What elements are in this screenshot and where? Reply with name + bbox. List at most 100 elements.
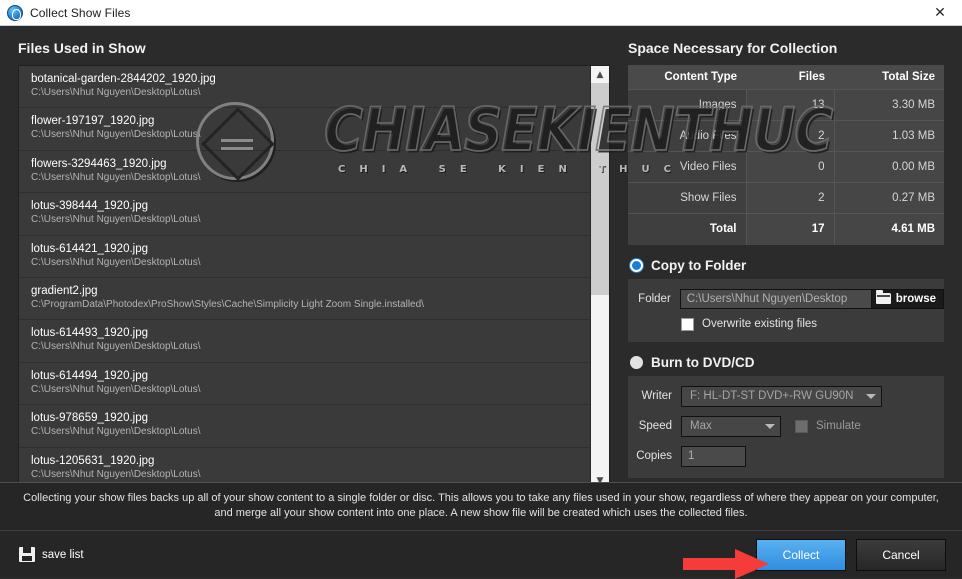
cell-files: 0 xyxy=(746,152,834,183)
copies-row: Copies 1 xyxy=(628,446,944,467)
copies-input[interactable]: 1 xyxy=(681,446,746,467)
speed-row: Speed Max Simulate xyxy=(628,416,944,437)
file-path: C:\Users\Nhut Nguyen\Desktop\Lotus\ xyxy=(31,468,590,481)
file-path: C:\Users\Nhut Nguyen\Desktop\Lotus\ xyxy=(31,171,590,184)
folder-field-row: Folder C:\Users\Nhut Nguyen\Desktop brow… xyxy=(628,289,944,309)
burn-to-disc-box: Writer F: HL-DT-ST DVD+-RW GU90N Speed M… xyxy=(628,376,944,478)
cell-size: 0.00 MB xyxy=(834,152,944,183)
table-row: Total174.61 MB xyxy=(628,214,944,245)
browse-button[interactable]: browse xyxy=(872,289,944,309)
file-list-item[interactable]: botanical-garden-2844202_1920.jpgC:\User… xyxy=(19,66,590,108)
cancel-button[interactable]: Cancel xyxy=(856,539,946,571)
file-list-item[interactable]: flowers-3294463_1920.jpgC:\Users\Nhut Ng… xyxy=(19,151,590,193)
folder-input[interactable]: C:\Users\Nhut Nguyen\Desktop xyxy=(680,289,872,309)
speed-value: Max xyxy=(690,420,712,432)
cell-type: Images xyxy=(628,90,746,121)
close-icon[interactable]: ✕ xyxy=(918,0,962,25)
table-row: Images133.30 MB xyxy=(628,90,944,121)
save-list-label: save list xyxy=(42,549,84,561)
chevron-down-icon xyxy=(765,424,775,429)
file-path: C:\Users\Nhut Nguyen\Desktop\Lotus\ xyxy=(31,213,590,226)
writer-label: Writer xyxy=(628,390,672,402)
speed-label: Speed xyxy=(628,420,672,432)
file-name: lotus-978659_1920.jpg xyxy=(31,411,590,425)
table-row: Show Files20.27 MB xyxy=(628,183,944,214)
speed-select[interactable]: Max xyxy=(681,416,781,437)
col-files: Files xyxy=(746,65,834,90)
file-name: flowers-3294463_1920.jpg xyxy=(31,157,590,171)
scrollbar-thumb[interactable] xyxy=(591,83,609,295)
overwrite-checkbox[interactable] xyxy=(681,318,694,331)
table-header-row: Content Type Files Total Size xyxy=(628,65,944,90)
col-content-type: Content Type xyxy=(628,65,746,90)
table-row: Audio Files21.03 MB xyxy=(628,121,944,152)
cell-size: 3.30 MB xyxy=(834,90,944,121)
file-list[interactable]: botanical-garden-2844202_1920.jpgC:\User… xyxy=(19,66,590,489)
burn-to-disc-label: Burn to DVD/CD xyxy=(651,355,755,370)
file-path: C:\Users\Nhut Nguyen\Desktop\Lotus\ xyxy=(31,256,590,269)
file-name: botanical-garden-2844202_1920.jpg xyxy=(31,72,590,86)
file-name: lotus-614421_1920.jpg xyxy=(31,242,590,256)
cell-files: 2 xyxy=(746,183,834,214)
save-list-button[interactable]: save list xyxy=(19,547,84,562)
file-list-item[interactable]: lotus-398444_1920.jpgC:\Users\Nhut Nguye… xyxy=(19,193,590,235)
files-used-title: Files Used in Show xyxy=(18,26,610,65)
file-path: C:\Users\Nhut Nguyen\Desktop\Lotus\ xyxy=(31,128,590,141)
cell-files: 13 xyxy=(746,90,834,121)
window-title: Collect Show Files xyxy=(30,6,131,20)
file-name: lotus-1205631_1920.jpg xyxy=(31,454,590,468)
file-list-container: botanical-garden-2844202_1920.jpgC:\User… xyxy=(18,65,610,490)
burn-to-disc-radio[interactable]: Burn to DVD/CD xyxy=(630,355,944,370)
dialog-buttons: Collect Cancel xyxy=(756,539,946,571)
cell-size: 4.61 MB xyxy=(834,214,944,245)
file-name: lotus-614493_1920.jpg xyxy=(31,326,590,340)
overwrite-label: Overwrite existing files xyxy=(702,318,817,330)
chevron-down-icon xyxy=(866,394,876,399)
file-path: C:\Users\Nhut Nguyen\Desktop\Lotus\ xyxy=(31,340,590,353)
cell-files: 17 xyxy=(746,214,834,245)
save-icon xyxy=(19,547,35,562)
file-list-item[interactable]: flower-197197_1920.jpgC:\Users\Nhut Nguy… xyxy=(19,108,590,150)
table-row: Video Files00.00 MB xyxy=(628,152,944,183)
file-list-item[interactable]: lotus-978659_1920.jpgC:\Users\Nhut Nguye… xyxy=(19,405,590,447)
radio-off-icon[interactable] xyxy=(630,356,643,369)
folder-icon xyxy=(876,293,891,304)
file-list-item[interactable]: lotus-614421_1920.jpgC:\Users\Nhut Nguye… xyxy=(19,236,590,278)
cell-type: Total xyxy=(628,214,746,245)
radio-on-icon[interactable] xyxy=(630,259,643,272)
file-list-item[interactable]: lotus-614494_1920.jpgC:\Users\Nhut Nguye… xyxy=(19,363,590,405)
copy-to-folder-radio[interactable]: Copy to Folder xyxy=(630,258,944,273)
overwrite-row[interactable]: Overwrite existing files xyxy=(628,318,944,331)
cell-files: 2 xyxy=(746,121,834,152)
dialog-body: Files Used in Show botanical-garden-2844… xyxy=(0,26,962,486)
simulate-label: Simulate xyxy=(816,420,861,432)
file-name: gradient2.jpg xyxy=(31,284,590,298)
file-name: flower-197197_1920.jpg xyxy=(31,114,590,128)
writer-value: F: HL-DT-ST DVD+-RW GU90N xyxy=(690,390,853,402)
pointer-arrow-annotation xyxy=(683,549,769,579)
cell-type: Audio Files xyxy=(628,121,746,152)
collect-button[interactable]: Collect xyxy=(756,539,846,571)
space-table: Content Type Files Total Size Images133.… xyxy=(628,65,944,245)
file-list-item[interactable]: lotus-614493_1920.jpgC:\Users\Nhut Nguye… xyxy=(19,320,590,362)
files-used-panel: Files Used in Show botanical-garden-2844… xyxy=(18,26,610,490)
title-bar: Collect Show Files ✕ xyxy=(0,0,962,26)
copy-to-folder-box: Folder C:\Users\Nhut Nguyen\Desktop brow… xyxy=(628,279,944,342)
file-path: C:\Users\Nhut Nguyen\Desktop\Lotus\ xyxy=(31,425,590,438)
writer-row: Writer F: HL-DT-ST DVD+-RW GU90N xyxy=(628,386,944,407)
simulate-checkbox[interactable] xyxy=(795,420,808,433)
cell-type: Video Files xyxy=(628,152,746,183)
scroll-up-icon[interactable]: ▲ xyxy=(591,66,609,83)
file-path: C:\Users\Nhut Nguyen\Desktop\Lotus\ xyxy=(31,86,590,99)
file-list-item[interactable]: gradient2.jpgC:\ProgramData\Photodex\Pro… xyxy=(19,278,590,320)
file-list-scrollbar[interactable]: ▲ ▼ xyxy=(590,66,609,489)
col-total-size: Total Size xyxy=(834,65,944,90)
cell-type: Show Files xyxy=(628,183,746,214)
collection-options-panel: Space Necessary for Collection Content T… xyxy=(628,26,944,478)
folder-label: Folder xyxy=(628,293,671,305)
description-text: Collecting your show files backs up all … xyxy=(0,482,962,530)
file-path: C:\ProgramData\Photodex\ProShow\Styles\C… xyxy=(31,298,590,311)
file-name: lotus-398444_1920.jpg xyxy=(31,199,590,213)
space-necessary-title: Space Necessary for Collection xyxy=(628,26,944,65)
writer-select[interactable]: F: HL-DT-ST DVD+-RW GU90N xyxy=(681,386,882,407)
